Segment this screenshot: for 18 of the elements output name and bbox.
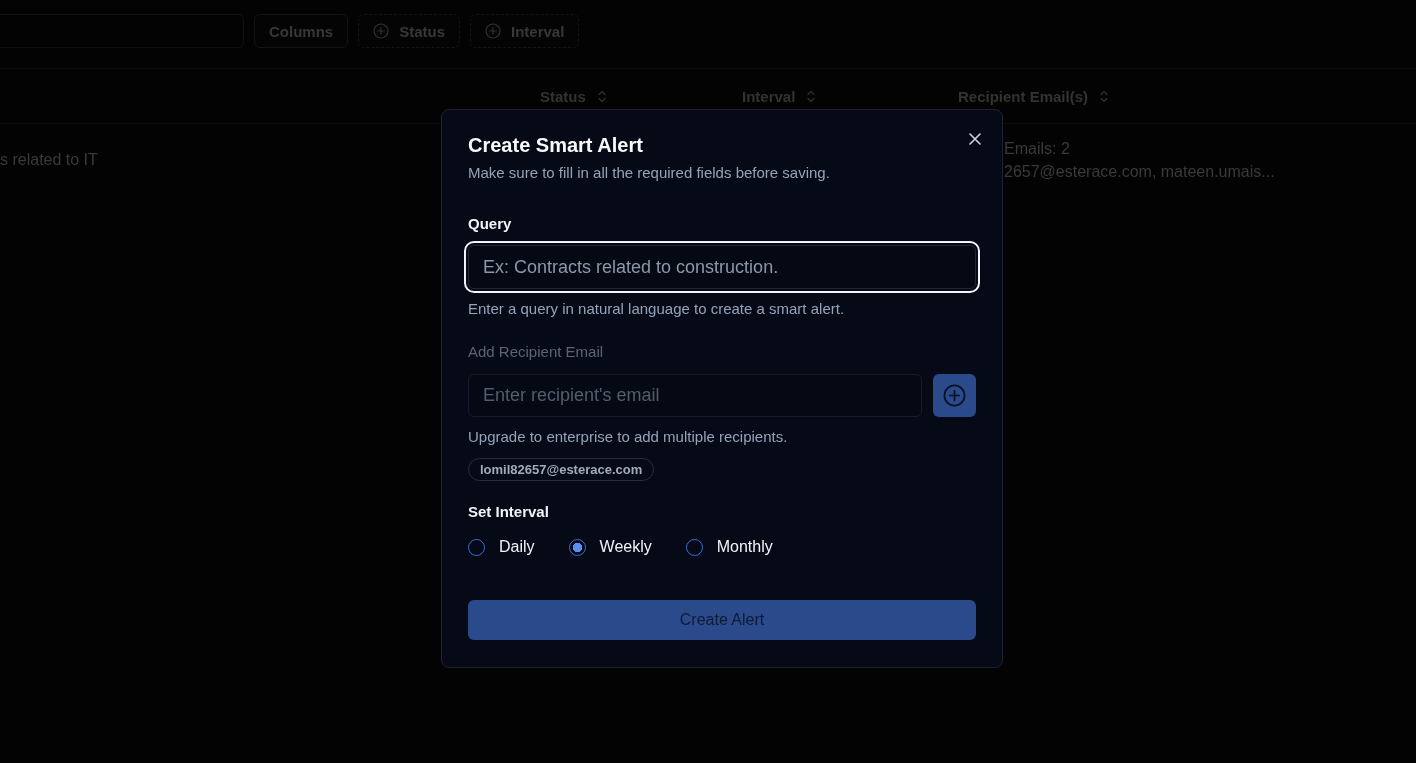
plus-circle-icon [373, 23, 390, 39]
field-label: Add Recipient Email [468, 342, 604, 362]
interval-option[interactable]: Monthly [685, 537, 773, 557]
close-icon [969, 133, 981, 145]
dialog-subtitle: Make sure to fill in all the required fields before saving. [468, 163, 831, 183]
sort-icon [807, 89, 816, 103]
helper-text: Upgrade to enterprise to add multiple recipients. [468, 427, 788, 447]
interval-option[interactable]: Daily [468, 537, 535, 557]
interval-option[interactable]: Weekly [568, 537, 652, 557]
plus-circle-icon [485, 23, 501, 39]
field-label: Set Interval [468, 502, 549, 522]
sort-icon [597, 89, 606, 103]
dialog-title: Create Smart Alert [468, 133, 643, 158]
plus-circle-icon [943, 384, 966, 407]
field-label: Query [468, 214, 512, 234]
close-button[interactable] [967, 131, 983, 147]
sort-icon [1100, 89, 1109, 103]
helper-text: Enter a query in natural language to create a smart alert. [468, 299, 845, 319]
